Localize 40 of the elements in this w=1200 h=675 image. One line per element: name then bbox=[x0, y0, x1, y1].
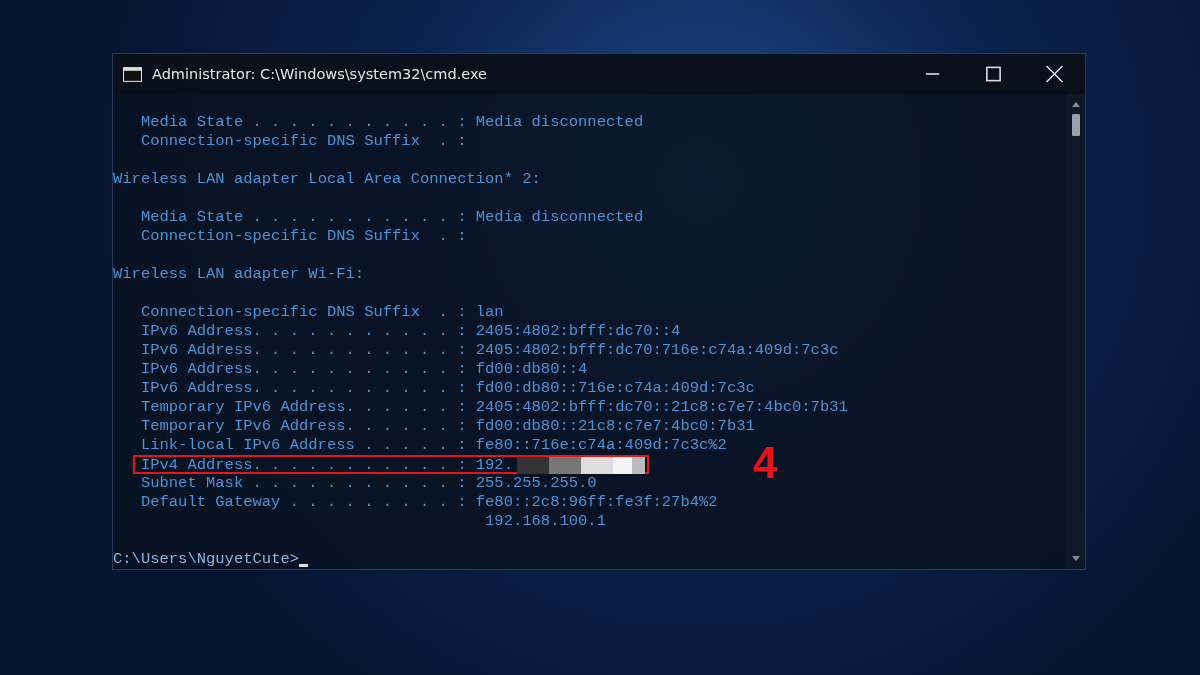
field-label: Connection-specific DNS Suffix . : bbox=[140, 132, 467, 151]
field-value: Media disconnected bbox=[475, 113, 644, 132]
field-value: 255.255.255.0 bbox=[475, 474, 597, 493]
field-value: Media disconnected bbox=[475, 208, 644, 227]
field-value: lan bbox=[475, 303, 504, 322]
field-value: 2405:4802:bfff:dc70::21c8:c7e7:4bc0:7b31 bbox=[475, 398, 848, 417]
field-value: fe80::2c8:96ff:fe3f:27b4%2 bbox=[475, 493, 718, 512]
scrollbar-thumb[interactable] bbox=[1072, 114, 1080, 136]
field-label: Subnet Mask . . . . . . . . . . . : bbox=[140, 474, 467, 493]
field-label: Temporary IPv6 Address. . . . . . : bbox=[140, 417, 467, 436]
field-label: Link-local IPv6 Address . . . . . : bbox=[140, 436, 467, 455]
scrollbar[interactable] bbox=[1067, 94, 1085, 569]
field-label: IPv6 Address. . . . . . . . . . . : bbox=[140, 360, 467, 379]
window-title: Administrator: C:\Windows\system32\cmd.exe bbox=[152, 66, 487, 82]
field-label: Connection-specific DNS Suffix . : bbox=[140, 303, 467, 322]
field-label: Media State . . . . . . . . . . . : bbox=[140, 208, 467, 227]
scroll-down-icon[interactable] bbox=[1071, 555, 1081, 563]
field-value: fd00:db80::4 bbox=[475, 360, 588, 379]
field-label: Connection-specific DNS Suffix . : bbox=[140, 227, 467, 246]
console-icon bbox=[123, 66, 142, 82]
section-heading: Wireless LAN adapter Wi-Fi: bbox=[113, 265, 365, 284]
field-label: IPv6 Address. . . . . . . . . . . : bbox=[140, 379, 467, 398]
field-label: IPv6 Address. . . . . . . . . . . : bbox=[140, 341, 467, 360]
field-value: fe80::716e:c74a:409d:7c3c%2 bbox=[475, 436, 727, 455]
field-value: 192. bbox=[475, 457, 513, 472]
field-value: 192.168.100.1 bbox=[485, 512, 606, 531]
field-value: fd00:db80::716e:c74a:409d:7c3c bbox=[475, 379, 755, 398]
scroll-up-icon[interactable] bbox=[1071, 100, 1081, 108]
field-label: IPv4 Address. . . . . . . . . . . : bbox=[140, 457, 467, 472]
command-prompt: C:\Users\NguyetCute> bbox=[113, 550, 300, 569]
field-label: Default Gateway . . . . . . . . . : bbox=[140, 493, 467, 512]
field-value: 2405:4802:bfff:dc70::4 bbox=[475, 322, 681, 341]
field-label: Temporary IPv6 Address. . . . . . : bbox=[140, 398, 467, 417]
section-heading: Wireless LAN adapter Local Area Connection* 2: bbox=[113, 170, 541, 189]
field-value: 2405:4802:bfff:dc70:716e:c74a:409d:7c3c bbox=[475, 341, 839, 360]
field-value: fd00:db80::21c8:c7e7:4bc0:7b31 bbox=[475, 417, 755, 436]
text-cursor bbox=[299, 564, 309, 567]
field-label: Media State . . . . . . . . . . . : bbox=[140, 113, 467, 132]
step-number: 4 bbox=[753, 441, 778, 485]
field-label: IPv6 Address. . . . . . . . . . . : bbox=[140, 322, 467, 341]
